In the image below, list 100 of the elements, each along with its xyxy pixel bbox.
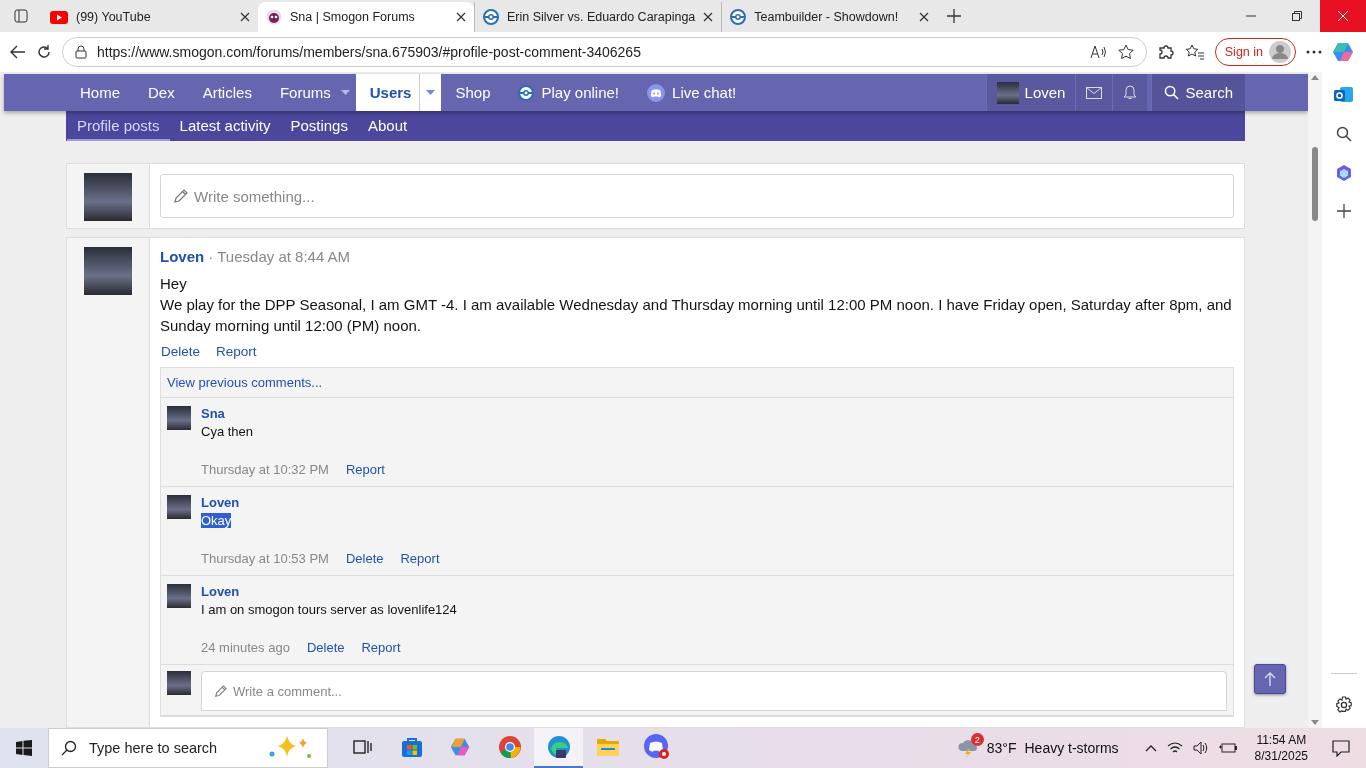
scrollbar[interactable]: [1308, 72, 1322, 728]
close-icon[interactable]: [456, 12, 466, 22]
sign-in-button[interactable]: Sign in: [1214, 38, 1296, 66]
notification-icon[interactable]: [1332, 739, 1350, 757]
comment-field[interactable]: Write a comment...: [201, 671, 1227, 711]
profile-tab[interactable]: Postings: [280, 111, 358, 141]
profile-tab[interactable]: Profile posts: [67, 111, 170, 141]
avatar-picture[interactable]: [167, 671, 191, 695]
avatar-picture[interactable]: [167, 495, 191, 519]
caret-icon: [426, 90, 436, 95]
avatar-picture[interactable]: [84, 247, 132, 295]
refresh-icon[interactable]: [36, 44, 52, 60]
shopping-bag-icon: [400, 736, 423, 758]
close-icon[interactable]: [240, 12, 250, 22]
browser-logo-icon: [546, 735, 571, 759]
avatar-picture[interactable]: [84, 173, 132, 221]
browser-tab[interactable]: Teambuilder - Showdown!: [721, 2, 938, 32]
tab-actions-icon[interactable]: [14, 9, 28, 23]
favorites-icon[interactable]: [1184, 44, 1205, 60]
restore-icon[interactable]: [1292, 11, 1302, 21]
more-icon[interactable]: [1306, 50, 1322, 54]
post-text: We play for the DPP Seasonal, I am GMT -4. I am available Wednesday and Thursday morning until 12:00 PM noon. I have Friday open, Saturday after 8pm, and Sunday morning until 12:00 (PM) noon.: [160, 295, 1233, 336]
inbox-button[interactable]: [1075, 74, 1113, 111]
nav-link[interactable]: Articles: [188, 74, 266, 111]
action-link[interactable]: Delete: [306, 640, 345, 655]
battery-icon[interactable]: [1218, 742, 1237, 754]
add-icon[interactable]: [1337, 204, 1351, 218]
read-aloud-icon[interactable]: [1089, 45, 1108, 59]
caret-icon: [340, 90, 350, 95]
action-link[interactable]: Report: [400, 551, 440, 566]
search-icon: [1164, 85, 1180, 100]
nav-link[interactable]: Home: [66, 74, 134, 111]
speaker-icon[interactable]: [1192, 741, 1209, 755]
avatar-picture: [996, 81, 1019, 104]
mascot-icon: [266, 9, 282, 25]
ball-icon: [730, 9, 747, 25]
scroll-up-icon[interactable]: [1311, 75, 1319, 80]
puzzle-icon[interactable]: [1156, 43, 1175, 61]
action-link[interactable]: Delete: [345, 551, 384, 566]
search-button[interactable]: Search: [1151, 74, 1245, 111]
comment-time: 24 minutes ago: [201, 640, 290, 655]
start-icon[interactable]: [16, 740, 32, 756]
clock[interactable]: 11:54 AM 8/31/2025: [1254, 732, 1308, 764]
ball-icon: [518, 84, 535, 101]
taskbar-app[interactable]: [534, 728, 583, 768]
arrow-up-icon: [1264, 672, 1276, 686]
nav-link[interactable]: Shop: [441, 74, 505, 111]
search-icon[interactable]: [1336, 126, 1352, 142]
nav-link[interactable]: Users: [355, 74, 420, 111]
close-icon[interactable]: [919, 12, 930, 22]
chevron-up-icon[interactable]: [1144, 744, 1157, 752]
profile-tab[interactable]: About: [357, 111, 418, 141]
new-tab-icon[interactable]: [947, 9, 962, 23]
browser-tab[interactable]: (99) YouTube: [42, 2, 258, 32]
author-link[interactable]: Loven: [160, 248, 205, 265]
avatar-picture[interactable]: [167, 584, 191, 608]
action-link[interactable]: Delete: [161, 344, 201, 359]
nav-link[interactable]: Forums: [265, 74, 345, 111]
nav-link[interactable]: Dex: [134, 74, 189, 111]
mail-icon: [1086, 86, 1103, 99]
star-icon[interactable]: [1117, 44, 1134, 60]
weather-widget[interactable]: 2 83°F Heavy t-storms: [956, 731, 1121, 765]
author-link[interactable]: Loven: [201, 495, 440, 510]
dropdown-toggle[interactable]: [419, 74, 442, 111]
back-icon[interactable]: [10, 45, 26, 59]
status-field[interactable]: Write something...: [160, 174, 1234, 218]
profile-tab[interactable]: Latest activity: [169, 111, 281, 141]
scroll-top-button[interactable]: [1254, 664, 1286, 694]
settings-icon[interactable]: [1335, 696, 1353, 714]
action-link[interactable]: Report: [345, 462, 385, 477]
author-link[interactable]: Loven: [201, 584, 457, 599]
storm-cloud-icon: [956, 738, 979, 758]
taskbar-search-field[interactable]: Type here to search: [48, 728, 328, 768]
comment-text: Cya then: [201, 424, 254, 439]
temperature-text: 83°F: [986, 740, 1017, 756]
browser-tab[interactable]: Erin Silver vs. Eduardo Carapinga: [474, 2, 722, 32]
comment-time: Thursday at 10:53 PM: [201, 551, 329, 566]
action-link[interactable]: Report: [361, 640, 401, 655]
action-link[interactable]: Report: [216, 344, 257, 359]
user-menu[interactable]: Loven: [985, 74, 1076, 111]
browser-tab[interactable]: Sna | Smogon Forums: [258, 2, 474, 32]
folder-icon: [595, 737, 620, 757]
author-link[interactable]: Sna: [201, 406, 385, 421]
hexagon-app-icon[interactable]: [1335, 164, 1353, 182]
avatar-picture[interactable]: [167, 406, 191, 430]
search-icon: [61, 740, 77, 756]
copilot-icon[interactable]: [1332, 40, 1356, 64]
scroll-down-icon[interactable]: [1311, 720, 1319, 725]
ball-icon: [483, 9, 499, 25]
mail-app-icon[interactable]: [1334, 86, 1354, 104]
chat-logo-icon: [647, 83, 666, 102]
browser-logo-icon: [497, 735, 522, 759]
nav-link[interactable]: Play online!: [504, 74, 634, 111]
alert-count-badge: 2: [970, 733, 984, 746]
previous-comments-link[interactable]: View previous comments...: [167, 375, 323, 390]
pencil-icon: [214, 684, 227, 698]
wifi-icon[interactable]: [1166, 741, 1183, 755]
nav-link[interactable]: Live chat!: [633, 74, 751, 111]
comment-text: I am on smogon tours server as lovenlife124: [201, 602, 457, 617]
close-icon[interactable]: [703, 12, 714, 22]
